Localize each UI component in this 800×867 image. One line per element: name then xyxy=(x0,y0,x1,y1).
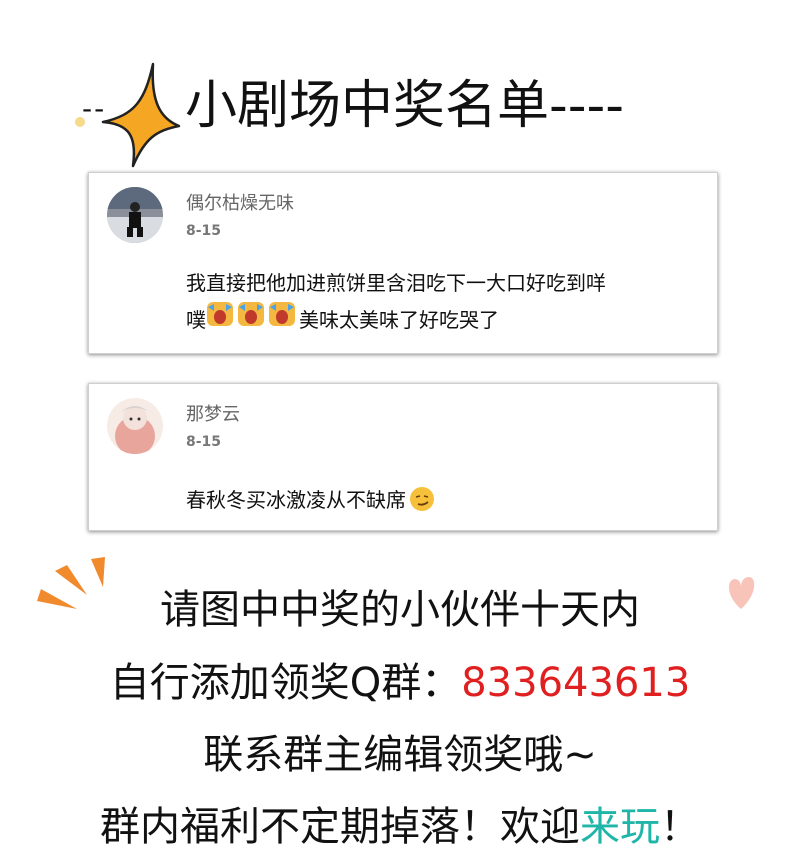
comment-text: 春秋冬买冰激凌从不缺席 xyxy=(186,484,439,517)
comment-text-suffix: 美味太美味了好吃哭了 xyxy=(299,308,499,332)
sparkle-star-icon xyxy=(101,62,181,168)
page-title: 小剧场中奖名单---- xyxy=(185,76,625,136)
crying-emoji-icon xyxy=(238,302,264,326)
comment-date: 8-15 xyxy=(186,223,222,239)
notice-line-4-prefix: 群内福利不定期掉落！欢迎 xyxy=(100,804,580,850)
comment-date: 8-15 xyxy=(186,434,222,450)
title-banner: -- 小剧场中奖名单---- xyxy=(0,42,800,168)
notice-line-3: 联系群主编辑领奖哦~ xyxy=(203,732,597,778)
comment-card: 偶尔枯燥无味 8-15 我直接把他加进煎饼里含泪吃下一大口好吃到咩 噗 美味太美… xyxy=(88,172,718,354)
notice-line-1: 请图中中奖的小伙伴十天内 xyxy=(160,587,640,633)
avatar xyxy=(107,187,163,243)
small-dot-icon xyxy=(75,117,85,127)
notice-highlight: 来玩 xyxy=(580,804,660,850)
notice-line-4-suffix: ！ xyxy=(660,804,700,850)
comment-username[interactable]: 那梦云 xyxy=(186,400,240,426)
avatar xyxy=(107,398,163,454)
notice-group-label: 自行添加领奖Q群： xyxy=(109,660,462,706)
crying-emoji-icon xyxy=(207,302,233,326)
comment-text-prefix: 噗 xyxy=(186,308,206,332)
comment-text-body: 春秋冬买冰激凌从不缺席 xyxy=(186,488,406,512)
notice-line-4: 群内福利不定期掉落！欢迎来玩！ xyxy=(0,801,800,853)
crying-emoji-icon xyxy=(269,302,295,326)
comment-card: 那梦云 8-15 春秋冬买冰激凌从不缺席 xyxy=(88,383,718,531)
crying-emoji-group xyxy=(206,301,299,327)
smirk-emoji-icon xyxy=(410,487,434,511)
comment-text-line2: 噗 美味太美味了好吃哭了 xyxy=(186,301,499,337)
comment-text: 我直接把他加进煎饼里含泪吃下一大口好吃到咩 xyxy=(186,271,606,295)
qq-group-number[interactable]: 833643613 xyxy=(461,660,690,706)
notice-line-2: 自行添加领奖Q群：833643613 xyxy=(0,657,800,709)
comment-username[interactable]: 偶尔枯燥无味 xyxy=(186,189,294,215)
